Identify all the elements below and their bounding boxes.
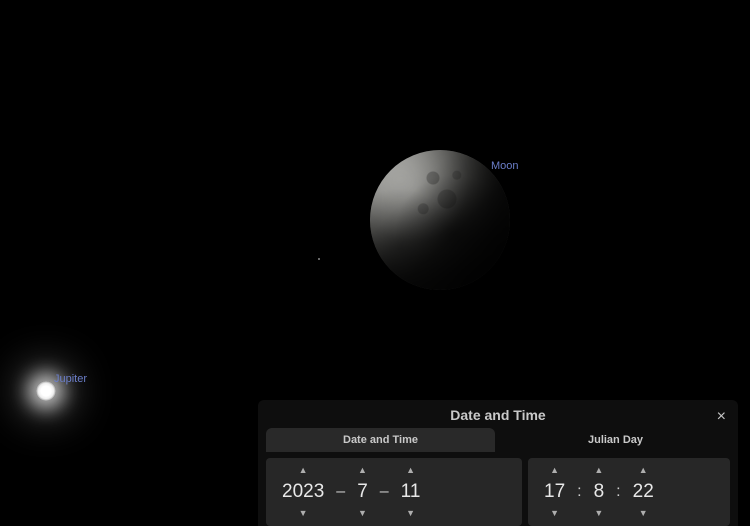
date-group: ▲ 2023 ▼ – ▲ 7 ▼ – ▲ 11 ▼ <box>266 458 522 526</box>
panel-tabs: Date and Time Julian Day <box>266 428 730 452</box>
day-stepper[interactable]: ▲ 11 ▼ <box>395 458 427 526</box>
day-down-icon[interactable]: ▼ <box>400 507 421 520</box>
date-separator-2: – <box>374 458 395 526</box>
close-button[interactable]: × <box>711 406 732 428</box>
jupiter-body[interactable] <box>36 381 56 401</box>
tab-julian-label: Julian Day <box>588 434 643 446</box>
moon-label: Moon <box>491 160 519 172</box>
month-value[interactable]: 7 <box>351 477 374 507</box>
minute-down-icon[interactable]: ▼ <box>588 507 609 520</box>
tab-julian[interactable]: Julian Day <box>501 428 730 452</box>
second-up-icon[interactable]: ▲ <box>633 464 654 477</box>
minute-stepper[interactable]: ▲ 8 ▼ <box>588 458 611 526</box>
year-value[interactable]: 2023 <box>276 477 330 507</box>
minute-value[interactable]: 8 <box>588 477 611 507</box>
year-down-icon[interactable]: ▼ <box>293 507 314 520</box>
hour-down-icon[interactable]: ▼ <box>544 507 565 520</box>
month-down-icon[interactable]: ▼ <box>352 507 373 520</box>
star-point <box>318 258 320 260</box>
time-separator-1: : <box>571 458 587 526</box>
day-value[interactable]: 11 <box>395 477 427 507</box>
tab-datetime[interactable]: Date and Time <box>266 428 495 452</box>
day-up-icon[interactable]: ▲ <box>400 464 421 477</box>
tab-datetime-label: Date and Time <box>343 434 418 446</box>
close-icon: × <box>717 408 726 425</box>
second-down-icon[interactable]: ▼ <box>633 507 654 520</box>
second-stepper[interactable]: ▲ 22 ▼ <box>627 458 660 526</box>
panel-title: Date and Time <box>258 407 738 423</box>
spinner-row: ▲ 2023 ▼ – ▲ 7 ▼ – ▲ 11 ▼ <box>266 458 730 526</box>
month-stepper[interactable]: ▲ 7 ▼ <box>351 458 374 526</box>
year-up-icon[interactable]: ▲ <box>293 464 314 477</box>
jupiter-label: Jupiter <box>54 373 87 385</box>
hour-up-icon[interactable]: ▲ <box>544 464 565 477</box>
datetime-panel: Date and Time × Date and Time Julian Day… <box>258 400 738 526</box>
month-up-icon[interactable]: ▲ <box>352 464 373 477</box>
minute-up-icon[interactable]: ▲ <box>588 464 609 477</box>
moon-body[interactable] <box>370 150 510 290</box>
time-group: ▲ 17 ▼ : ▲ 8 ▼ : ▲ 22 ▼ <box>528 458 730 526</box>
second-value[interactable]: 22 <box>627 477 660 507</box>
hour-stepper[interactable]: ▲ 17 ▼ <box>538 458 571 526</box>
time-separator-2: : <box>610 458 626 526</box>
hour-value[interactable]: 17 <box>538 477 571 507</box>
date-separator-1: – <box>330 458 351 526</box>
year-stepper[interactable]: ▲ 2023 ▼ <box>276 458 330 526</box>
sky-viewport[interactable]: Moon Jupiter Date and Time × Date and Ti… <box>0 0 750 526</box>
